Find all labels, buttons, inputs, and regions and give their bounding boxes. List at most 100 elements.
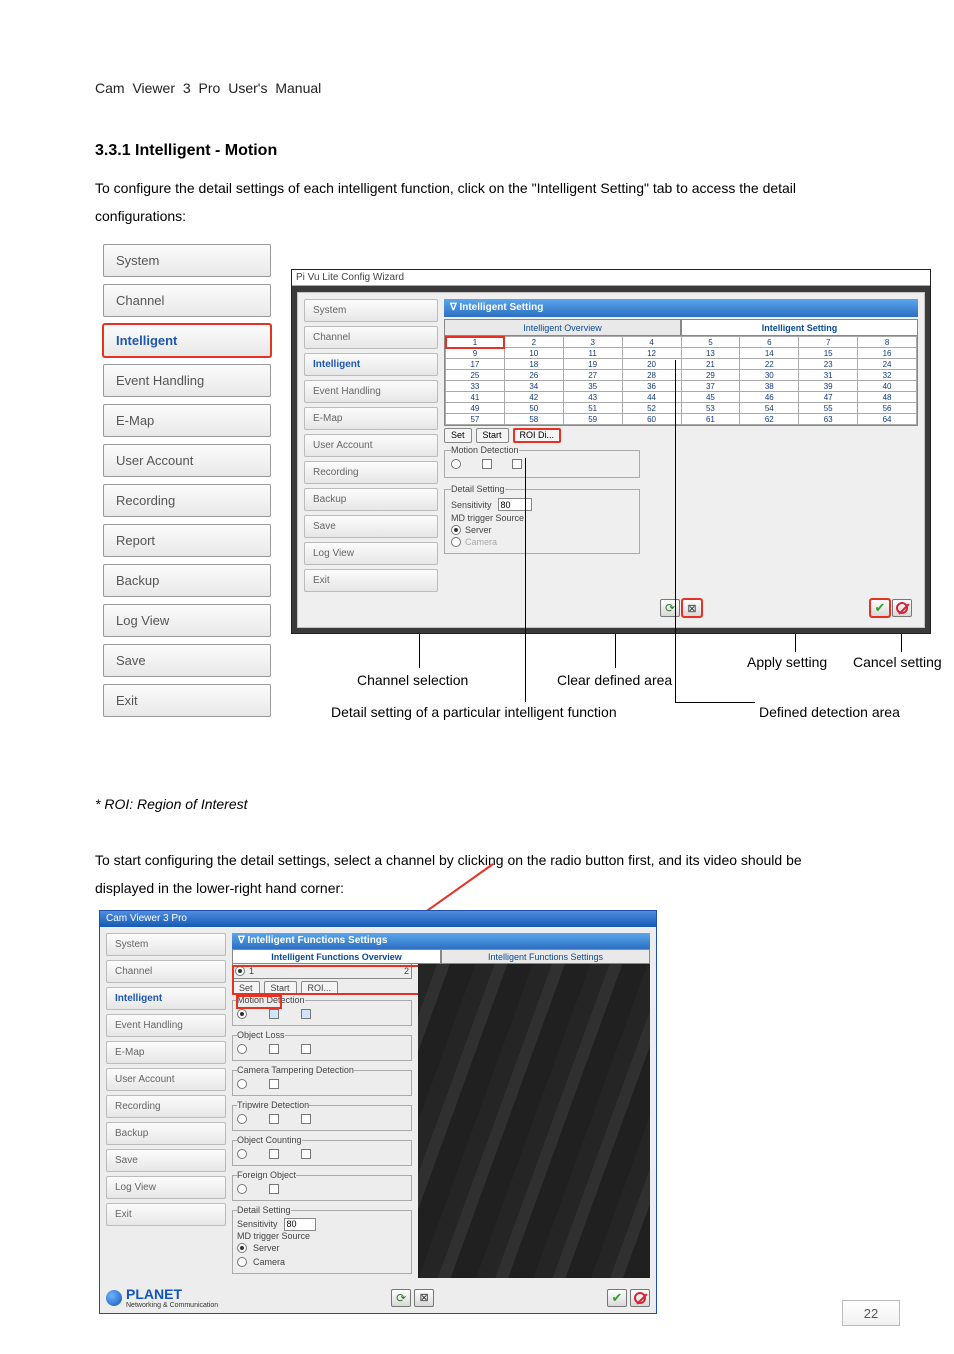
d2-clear-icon[interactable]: ⊠	[414, 1289, 434, 1307]
channel-cell-52[interactable]: 52	[622, 403, 681, 414]
channel-cell-41[interactable]: 41	[446, 392, 505, 403]
channel-cell-47[interactable]: 47	[799, 392, 858, 403]
channel-cell-58[interactable]: 58	[504, 414, 563, 425]
channel-cell-44[interactable]: 44	[622, 392, 681, 403]
channel-cell-12[interactable]: 12	[622, 348, 681, 359]
d2-foreign-check1[interactable]	[269, 1184, 279, 1194]
tab-intelligent-setting[interactable]: Intelligent Setting	[681, 319, 918, 335]
channel-cell-20[interactable]: 20	[622, 359, 681, 370]
channel-cell-18[interactable]: 18	[504, 359, 563, 370]
channel-cell-13[interactable]: 13	[681, 348, 740, 359]
d2-roi-button[interactable]: ROI...	[301, 981, 339, 995]
channel-cell-38[interactable]: 38	[740, 381, 799, 392]
cancel-icon[interactable]	[892, 599, 912, 617]
channel-cell-3[interactable]: 3	[563, 337, 622, 348]
channel-cell-53[interactable]: 53	[681, 403, 740, 414]
d2-tamper-check1[interactable]	[269, 1079, 279, 1089]
channel-cell-45[interactable]: 45	[681, 392, 740, 403]
mini-menu-log-view[interactable]: Log View	[304, 542, 438, 565]
mini-menu-recording[interactable]: Recording	[304, 461, 438, 484]
d2-count-check1[interactable]	[269, 1149, 279, 1159]
d2-menu-intelligent[interactable]: Intelligent	[106, 987, 226, 1010]
big-menu-system[interactable]: System	[103, 244, 271, 277]
d2-motion-check2[interactable]	[301, 1009, 311, 1019]
mini-menu-channel[interactable]: Channel	[304, 326, 438, 349]
d2-menu-recording[interactable]: Recording	[106, 1095, 226, 1118]
channel-cell-21[interactable]: 21	[681, 359, 740, 370]
channel-cell-9[interactable]: 9	[446, 348, 505, 359]
d2-trip-radio[interactable]	[237, 1114, 247, 1124]
motion-check-1[interactable]	[482, 459, 492, 469]
d2-loss-radio[interactable]	[237, 1044, 247, 1054]
d2-camera-radio[interactable]	[237, 1257, 247, 1267]
channel-cell-55[interactable]: 55	[799, 403, 858, 414]
channel-cell-42[interactable]: 42	[504, 392, 563, 403]
sensitivity-input[interactable]	[498, 498, 532, 511]
big-menu-backup[interactable]: Backup	[103, 564, 271, 597]
channel-cell-51[interactable]: 51	[563, 403, 622, 414]
mini-menu-event-handling[interactable]: Event Handling	[304, 380, 438, 403]
channel-cell-25[interactable]: 25	[446, 370, 505, 381]
d2-menu-e-map[interactable]: E-Map	[106, 1041, 226, 1064]
d2-menu-backup[interactable]: Backup	[106, 1122, 226, 1145]
channel-cell-56[interactable]: 56	[858, 403, 917, 414]
channel-cell-49[interactable]: 49	[446, 403, 505, 414]
channel-cell-22[interactable]: 22	[740, 359, 799, 370]
channel-cell-28[interactable]: 28	[622, 370, 681, 381]
big-menu-channel[interactable]: Channel	[103, 284, 271, 317]
d2-menu-event-handling[interactable]: Event Handling	[106, 1014, 226, 1037]
channel-cell-11[interactable]: 11	[563, 348, 622, 359]
channel-cell-57[interactable]: 57	[446, 414, 505, 425]
motion-radio[interactable]	[451, 459, 461, 469]
channel-cell-50[interactable]: 50	[504, 403, 563, 414]
d2-trip-check1[interactable]	[269, 1114, 279, 1124]
channel-cell-32[interactable]: 32	[858, 370, 917, 381]
channel-cell-64[interactable]: 64	[858, 414, 917, 425]
channel-cell-7[interactable]: 7	[799, 337, 858, 348]
channel-cell-59[interactable]: 59	[563, 414, 622, 425]
mini-menu-save[interactable]: Save	[304, 515, 438, 538]
channel-cell-16[interactable]: 16	[858, 348, 917, 359]
big-menu-e-map[interactable]: E-Map	[103, 404, 271, 437]
channel-cell-46[interactable]: 46	[740, 392, 799, 403]
roi-display-button[interactable]: ROI Di...	[513, 428, 562, 443]
channel-cell-40[interactable]: 40	[858, 381, 917, 392]
big-menu-user-account[interactable]: User Account	[103, 444, 271, 477]
channel-cell-6[interactable]: 6	[740, 337, 799, 348]
channel-cell-36[interactable]: 36	[622, 381, 681, 392]
big-menu-report[interactable]: Report	[103, 524, 271, 557]
mini-menu-intelligent[interactable]: Intelligent	[304, 353, 438, 376]
apply-icon[interactable]: ✔	[870, 599, 890, 617]
channel-cell-43[interactable]: 43	[563, 392, 622, 403]
channel-cell-30[interactable]: 30	[740, 370, 799, 381]
d2-sensitivity-input[interactable]	[284, 1218, 316, 1231]
channel-cell-34[interactable]: 34	[504, 381, 563, 392]
mini-menu-backup[interactable]: Backup	[304, 488, 438, 511]
channel-cell-61[interactable]: 61	[681, 414, 740, 425]
channel-cell-39[interactable]: 39	[799, 381, 858, 392]
set-button[interactable]: Set	[444, 428, 472, 443]
channel-cell-5[interactable]: 5	[681, 337, 740, 348]
d2-count-radio[interactable]	[237, 1149, 247, 1159]
d2-menu-log-view[interactable]: Log View	[106, 1176, 226, 1199]
d2-refresh-icon[interactable]: ⟳	[391, 1289, 411, 1307]
tab-functions-settings[interactable]: Intelligent Functions Settings	[441, 949, 650, 963]
big-menu-log-view[interactable]: Log View	[103, 604, 271, 637]
mini-menu-system[interactable]: System	[304, 299, 438, 322]
refresh-icon[interactable]: ⟳	[660, 599, 680, 617]
channel-cell-14[interactable]: 14	[740, 348, 799, 359]
d2-set-button[interactable]: Set	[232, 981, 260, 995]
d2-menu-channel[interactable]: Channel	[106, 960, 226, 983]
d2-menu-user-account[interactable]: User Account	[106, 1068, 226, 1091]
d2-server-radio[interactable]	[237, 1243, 247, 1253]
d2-count-check2[interactable]	[301, 1149, 311, 1159]
camera-radio[interactable]	[451, 537, 461, 547]
mini-menu-user-account[interactable]: User Account	[304, 434, 438, 457]
channel-cell-27[interactable]: 27	[563, 370, 622, 381]
channel-cell-2[interactable]: 2	[504, 337, 563, 348]
clear-area-icon[interactable]: ⊠	[682, 599, 702, 617]
d2-menu-exit[interactable]: Exit	[106, 1203, 226, 1226]
channel-cell-48[interactable]: 48	[858, 392, 917, 403]
d2-loss-check2[interactable]	[301, 1044, 311, 1054]
mini-menu-exit[interactable]: Exit	[304, 569, 438, 592]
